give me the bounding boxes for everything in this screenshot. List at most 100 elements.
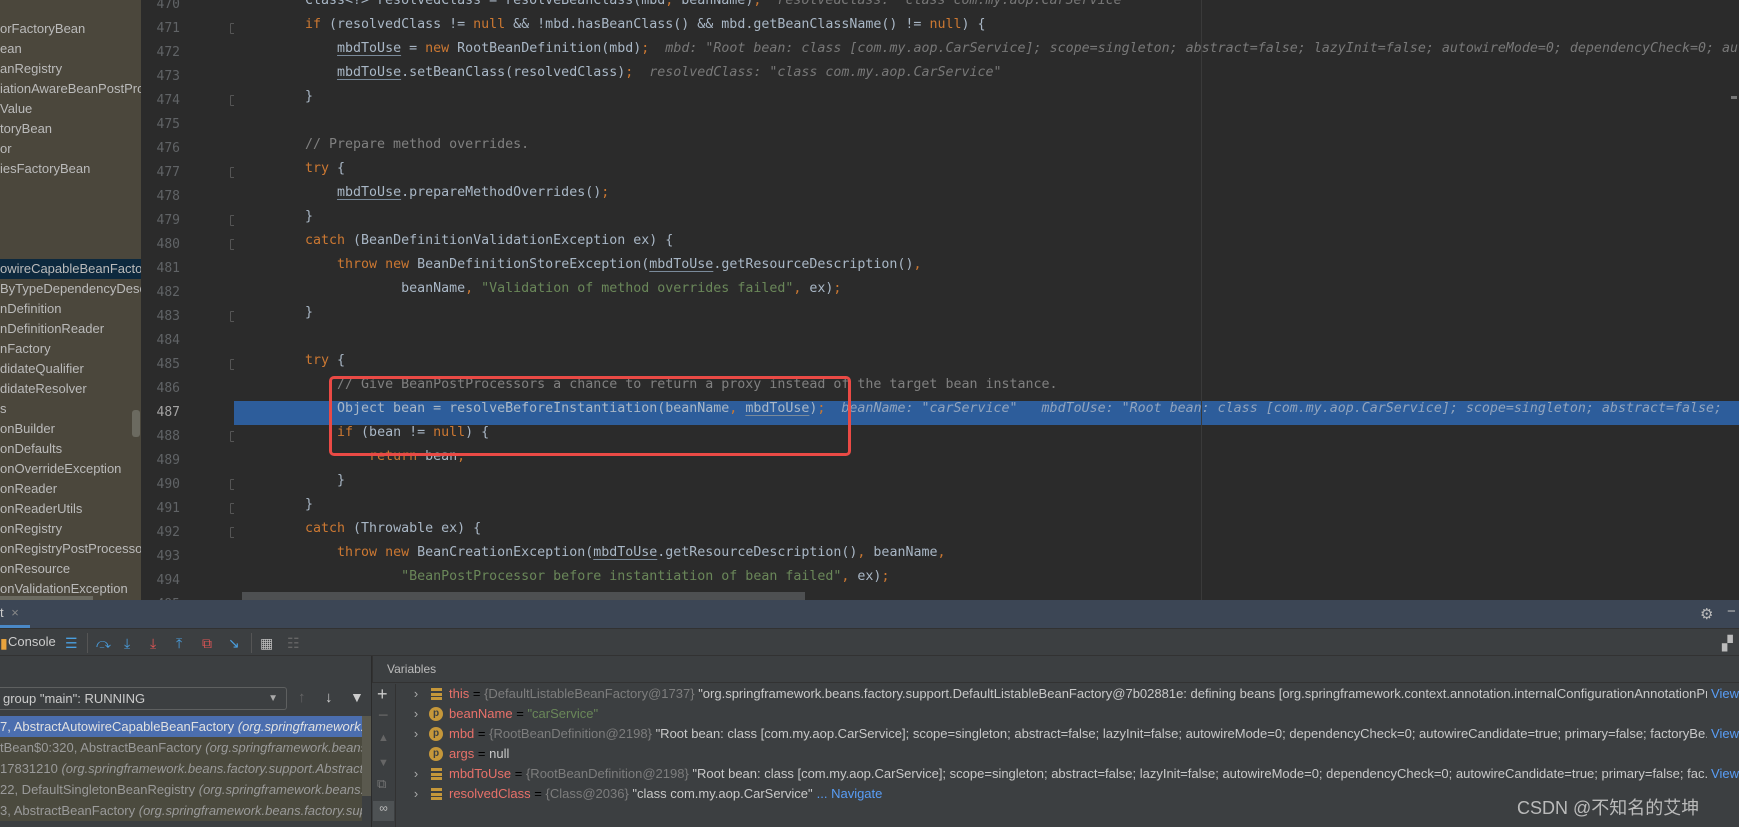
project-tree-item[interactable]: onReader xyxy=(0,479,141,499)
project-tree-item[interactable]: toryBean xyxy=(0,119,141,139)
code-line: if (resolvedClass != null && !mbd.hasBea… xyxy=(234,17,1739,41)
step-out-icon[interactable]: ⤒ xyxy=(176,635,182,651)
layout-icon[interactable]: ▞ xyxy=(1722,635,1733,651)
code-line: } xyxy=(234,497,1739,521)
project-tree-item[interactable]: iationAwareBeanPostPro xyxy=(0,79,141,99)
minimize-icon[interactable]: − xyxy=(1727,603,1736,620)
project-tree-item[interactable]: onReaderUtils xyxy=(0,499,141,519)
expand-chevron-icon[interactable]: › xyxy=(409,724,423,744)
project-tree-item[interactable]: anRegistry xyxy=(0,59,141,79)
step-into-icon[interactable]: ⤓ xyxy=(124,635,130,651)
drop-frame-icon[interactable]: ⧉ xyxy=(202,635,212,651)
code-line: mbdToUse.setBeanClass(resolvedClass); re… xyxy=(234,65,1739,89)
expand-chevron-icon[interactable]: › xyxy=(409,684,423,704)
variable-row[interactable]: › p mbd = {RootBeanDefinition@2198} "Root … xyxy=(409,724,1739,744)
project-tree-item[interactable]: Value xyxy=(0,99,141,119)
project-tree-item[interactable] xyxy=(0,219,141,239)
stack-frame[interactable]: tBean$0:320, AbstractBeanFactory (org.sp… xyxy=(0,737,362,758)
project-tree-item[interactable]: onOverrideException xyxy=(0,459,141,479)
variable-row[interactable]: › p beanName = "carService" xyxy=(409,704,1739,724)
editor-horizontal-scrollbar[interactable] xyxy=(242,592,805,600)
code-token: , xyxy=(465,281,474,296)
code-editor[interactable]: Class<?> resolvedClass = resolveBeanClas… xyxy=(234,0,1739,600)
gear-icon[interactable]: ⚙ xyxy=(1700,605,1713,623)
project-scrollbar[interactable] xyxy=(132,410,140,437)
stack-frame[interactable]: 3, AbstractBeanFactory (org.springframew… xyxy=(0,800,362,821)
close-icon[interactable]: × xyxy=(11,605,19,620)
project-tree-item[interactable]: didateQualifier xyxy=(0,359,141,379)
project-tree-item[interactable]: onRegistryPostProcessor xyxy=(0,539,141,559)
project-tree-item[interactable] xyxy=(0,239,141,259)
project-tree-item[interactable]: onResource xyxy=(0,559,141,579)
project-tree-item[interactable]: orFactoryBean xyxy=(0,19,141,39)
debug-tab[interactable]: t × xyxy=(0,600,30,628)
editor-gutter: 470 471 472 473 474 475 476 477 478 479 480 481 482 4… xyxy=(141,0,234,600)
stack-frame[interactable]: 7, AbstractAutowireCapableBeanFactory (o… xyxy=(0,716,362,737)
code-token: mbdToUse xyxy=(649,257,714,272)
stack-frame[interactable]: 22, DefaultSingletonBeanRegistry (org.sp… xyxy=(0,779,362,800)
code-line: throw new BeanDefinitionStoreException(m… xyxy=(234,257,1739,281)
force-step-into-icon[interactable]: ⤓ xyxy=(150,635,156,651)
project-tree-item[interactable]: nDefinition xyxy=(0,299,141,319)
code-line: Class<?> resolvedClass = resolveBeanClas… xyxy=(234,0,1739,17)
expand-chevron-icon[interactable]: › xyxy=(409,764,423,784)
equals-sign: = xyxy=(530,786,546,801)
project-tree-item[interactable]: onBuilder xyxy=(0,419,141,439)
evaluate-expression-icon[interactable]: ▦ xyxy=(260,635,273,651)
project-tree-item[interactable]: onRegistry xyxy=(0,519,141,539)
next-frame-icon[interactable]: ↓ xyxy=(325,689,333,706)
view-link[interactable]: View xyxy=(1707,684,1739,704)
expand-chevron-icon[interactable]: › xyxy=(409,784,423,804)
variable-row[interactable]: p args = null xyxy=(409,744,1739,764)
line-number: 491 xyxy=(156,501,180,516)
variable-row[interactable]: › mbdToUse = {RootBeanDefinition@2198} "R… xyxy=(409,764,1739,784)
code-token: BeanCreationException( xyxy=(409,545,594,560)
expand-chevron-icon[interactable]: › xyxy=(409,704,423,724)
inline-debug-value: resolvedClass: "class com.my.aop.CarServ… xyxy=(761,0,1130,8)
code-line: "BeanPostProcessor before instantiation … xyxy=(234,569,1739,593)
view-link[interactable]: View xyxy=(1707,764,1739,784)
frame-list[interactable]: 7, AbstractAutowireCapableBeanFactory (o… xyxy=(0,716,372,827)
project-tree-item[interactable]: nDefinitionReader xyxy=(0,319,141,339)
filter-icon[interactable]: ▼ xyxy=(350,689,364,705)
code-token: null xyxy=(473,17,506,32)
navigate-link[interactable]: ... Navigate xyxy=(817,784,883,804)
variable-row[interactable]: › this = {DefaultListableBeanFactory@1737… xyxy=(409,684,1739,704)
project-tree-item[interactable] xyxy=(0,199,141,219)
project-tree-item[interactable]: ean xyxy=(0,39,141,59)
run-to-cursor-icon[interactable]: ↘ xyxy=(228,635,240,651)
project-tree-item[interactable]: or xyxy=(0,139,141,159)
thread-selector[interactable]: group "main": RUNNING ▼ xyxy=(0,687,287,710)
code-token: { xyxy=(329,161,346,176)
step-over-icon[interactable]: ⤼ xyxy=(96,635,111,651)
trace-icon[interactable]: ☷ xyxy=(287,635,300,651)
code-line: try { xyxy=(234,161,1739,185)
view-link[interactable]: View xyxy=(1707,724,1739,744)
code-token: RootBeanDefinition(mbd) xyxy=(449,41,642,56)
console-tab[interactable]: Console xyxy=(8,634,56,649)
project-tree-item[interactable]: didateResolver xyxy=(0,379,141,399)
project-tree-panel[interactable]: orFactoryBean ean anRegistry iationAwareBea… xyxy=(0,0,141,600)
line-number: 489 xyxy=(156,453,180,468)
code-token: mbdToUse xyxy=(337,65,402,80)
variable-name: mbdToUse xyxy=(449,766,512,781)
project-tree-item[interactable]: owireCapableBeanFactory xyxy=(0,259,141,279)
project-tree-item[interactable]: onDefaults xyxy=(0,439,141,459)
project-tree-item[interactable]: ByTypeDependencyDescr xyxy=(0,279,141,299)
frames-list-icon[interactable]: ☰ xyxy=(65,635,78,651)
project-tree-item[interactable]: nFactory xyxy=(0,339,141,359)
code-token: catch xyxy=(305,521,346,536)
code-token: .prepareMethodOverrides() xyxy=(401,185,602,200)
previous-frame-icon[interactable]: ↑ xyxy=(298,689,306,706)
project-tree-item[interactable]: s xyxy=(0,399,141,419)
frames-scrollbar[interactable] xyxy=(362,716,371,796)
code-line: } xyxy=(234,473,1739,497)
stack-frame[interactable]: 17831210 (org.springframework.beans.fact… xyxy=(0,758,362,779)
project-tree-item[interactable] xyxy=(0,179,141,199)
project-tree-item[interactable]: iesFactoryBean xyxy=(0,159,141,179)
equals-sign: = xyxy=(511,766,526,781)
